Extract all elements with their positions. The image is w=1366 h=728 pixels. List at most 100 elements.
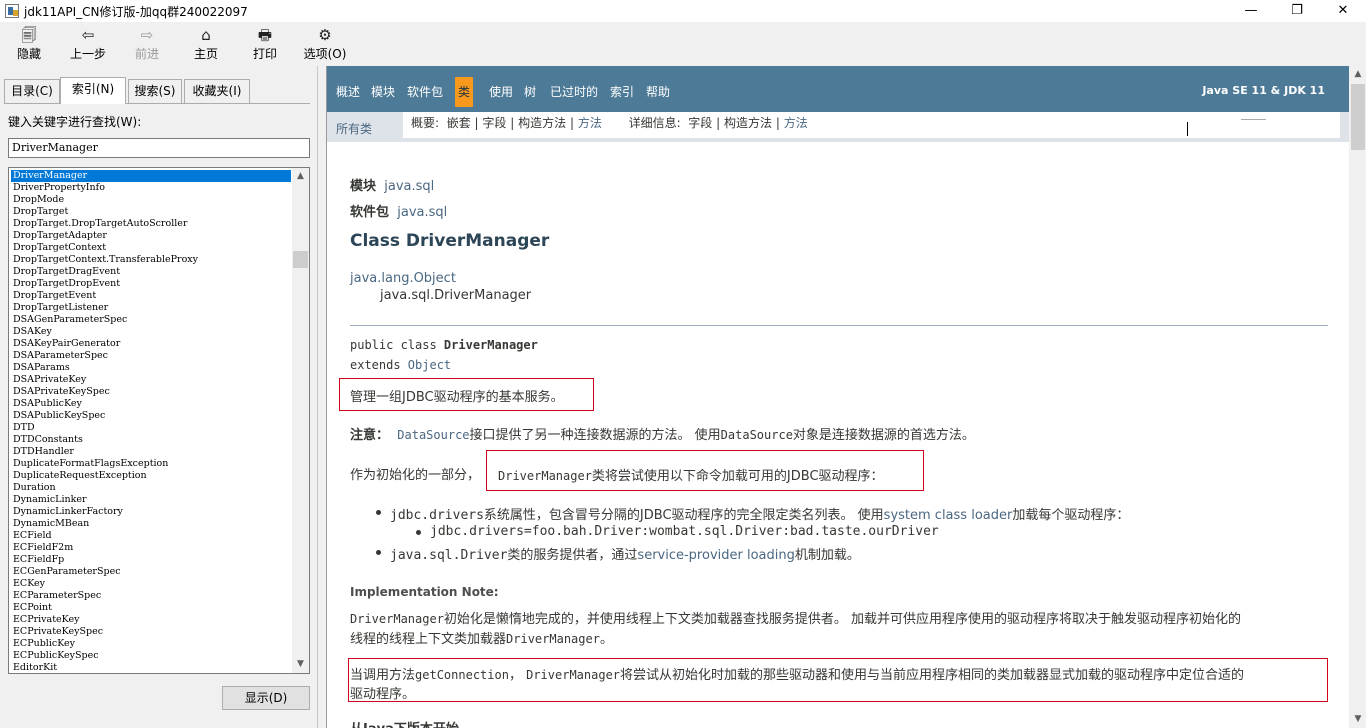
list-item[interactable]: ECPublicKeySpec [11, 650, 291, 662]
list-item[interactable]: DynamicMBean [11, 518, 291, 530]
tab-favorites[interactable]: 收藏夹(I) [184, 79, 250, 103]
options-label: 选项(O) [303, 47, 347, 61]
list-item[interactable]: DropTargetDropEvent [11, 278, 291, 290]
list-item[interactable]: ECFieldF2m [11, 542, 291, 554]
list-item[interactable]: DropTarget [11, 206, 291, 218]
list-item[interactable]: DuplicateRequestException [11, 470, 291, 482]
module-link[interactable]: java.sql [384, 179, 434, 194]
partial-heading: 从Java下版本开始 [350, 718, 459, 728]
list-item[interactable]: ECParameterSpec [11, 590, 291, 602]
nav-use[interactable]: 使用 [489, 77, 513, 107]
package-label: 软件包 [350, 205, 390, 220]
list-item[interactable]: DuplicateFormatFlagsException [11, 458, 291, 470]
all-classes-link[interactable]: 所有类 [336, 120, 372, 137]
detail-method-link[interactable]: 方法 [784, 116, 808, 130]
list-item[interactable]: DSAKey [11, 326, 291, 338]
options-button[interactable]: ⚙ 选项(O) [299, 22, 351, 66]
nav-package[interactable]: 软件包 [407, 77, 443, 107]
service-provider-link[interactable]: service-provider loading [637, 548, 794, 563]
system-class-loader-link[interactable]: system class loader [884, 508, 1013, 523]
datasource-link[interactable]: DataSource [397, 428, 469, 442]
list-item[interactable]: ECKey [11, 578, 291, 590]
conn-code: getConnection [415, 668, 509, 682]
back-button[interactable]: ⇦ 上一步 [63, 22, 113, 66]
home-button[interactable]: ⌂ 主页 [181, 22, 231, 66]
list-item[interactable]: DTDHandler [11, 446, 291, 458]
nav-overview[interactable]: 概述 [336, 77, 360, 107]
list-item[interactable]: ECPrivateKeySpec [11, 626, 291, 638]
list-item[interactable]: DSAGenParameterSpec [11, 314, 291, 326]
display-button[interactable]: 显示(D) [222, 686, 310, 710]
list-item[interactable]: DropTargetAdapter [11, 230, 291, 242]
list-item[interactable]: DSAPublicKey [11, 398, 291, 410]
list-item[interactable]: DropTargetListener [11, 302, 291, 314]
list-item[interactable]: DSAPrivateKey [11, 374, 291, 386]
nav-module[interactable]: 模块 [371, 77, 395, 107]
forward-button[interactable]: ⇨ 前进 [122, 22, 172, 66]
navigation-pane: 目录(C) 索引(N) 搜索(S) 收藏夹(I) 键入关键字进行查找(W): D… [0, 66, 318, 728]
list-item[interactable]: Duration [11, 482, 291, 494]
list-item[interactable]: EditorKit [11, 662, 291, 673]
minimize-button[interactable]: — [1228, 0, 1274, 22]
nav-help[interactable]: 帮助 [646, 77, 670, 107]
list-item[interactable]: DynamicLinkerFactory [11, 506, 291, 518]
package-link[interactable]: java.sql [397, 205, 447, 220]
index-list-scrollbar[interactable]: ▲ ▼ [292, 168, 309, 673]
impl-text-2: 线程的线程上下文类加载器 [350, 632, 507, 647]
list-item[interactable]: DropTargetEvent [11, 290, 291, 302]
list-item[interactable]: DTD [11, 422, 291, 434]
nav-deprecated[interactable]: 已过时的 [550, 77, 598, 107]
list-item[interactable]: DropTargetContext.TransferableProxy [11, 254, 291, 266]
summary-method-link[interactable]: 方法 [578, 116, 602, 130]
list-item[interactable]: ECPrivateKey [11, 614, 291, 626]
list-item[interactable]: DSAPublicKeySpec [11, 410, 291, 422]
scroll-thumb[interactable] [1351, 84, 1365, 150]
tab-index[interactable]: 索引(N) [60, 77, 126, 104]
nav-class[interactable]: 类 [455, 77, 474, 107]
inheritance-child: java.sql.DriverManager [380, 288, 532, 303]
list-item[interactable]: DriverManager [11, 170, 291, 182]
conn-code-2: DriverManager [526, 668, 621, 682]
superclass-link[interactable]: Object [408, 358, 451, 372]
scroll-down-icon[interactable]: ▼ [292, 656, 309, 673]
conn-line-1: 当调用方法getConnection， DriverManager将尝试从初始化… [350, 664, 1244, 683]
scroll-up-icon[interactable]: ▲ [1349, 66, 1366, 83]
list-item[interactable]: DropMode [11, 194, 291, 206]
keyword-input[interactable]: DriverManager [8, 138, 310, 158]
list-item[interactable]: DropTarget.DropTargetAutoScroller [11, 218, 291, 230]
list-item[interactable]: ECPublicKey [11, 638, 291, 650]
list-item[interactable]: DSAPrivateKeySpec [11, 386, 291, 398]
impl-text: 初始化是懒惰地完成的，并使用线程上下文类加载器查找服务提供者。 加载并可供应用程… [443, 612, 1242, 627]
list-item[interactable]: DSAParams [11, 362, 291, 374]
list-item[interactable]: DropTargetContext [11, 242, 291, 254]
tab-search[interactable]: 搜索(S) [128, 79, 182, 103]
hide-button[interactable]: 🗐 隐藏 [4, 22, 54, 66]
close-button[interactable]: ✕ [1320, 0, 1366, 22]
scroll-up-icon[interactable]: ▲ [292, 168, 309, 185]
class-description: 管理一组JDBC驱动程序的基本服务。 [350, 390, 564, 405]
list-item[interactable]: ECGenParameterSpec [11, 566, 291, 578]
init-code: DriverManager [498, 469, 592, 483]
pane-splitter[interactable] [318, 66, 326, 728]
list-item[interactable]: DSAParameterSpec [11, 350, 291, 362]
list-item[interactable]: DTDConstants [11, 434, 291, 446]
tab-contents[interactable]: 目录(C) [4, 79, 60, 103]
class-declaration: public class DriverManager [350, 338, 538, 352]
scroll-thumb[interactable] [293, 251, 308, 268]
list-item[interactable]: DynamicLinker [11, 494, 291, 506]
print-button[interactable]: 🖶 打印 [240, 22, 290, 66]
scroll-down-icon[interactable]: ▼ [1349, 711, 1366, 728]
list-item[interactable]: DriverPropertyInfo [11, 182, 291, 194]
list-item[interactable]: ECField [11, 530, 291, 542]
list-item[interactable]: DropTargetDragEvent [11, 266, 291, 278]
list-item[interactable]: ECPoint [11, 602, 291, 614]
list-item[interactable]: ECFieldFp [11, 554, 291, 566]
index-list[interactable]: DriverManager DriverPropertyInfo DropMode D… [8, 167, 310, 674]
list-item[interactable]: DSAKeyPairGenerator [11, 338, 291, 350]
nav-index[interactable]: 索引 [610, 77, 634, 107]
maximize-button[interactable]: ❐ [1274, 0, 1320, 22]
package-line: 软件包 java.sql [350, 201, 447, 220]
nav-tree[interactable]: 树 [524, 77, 536, 107]
content-scrollbar[interactable]: ▲ ▼ [1349, 66, 1366, 728]
inheritance-parent-link[interactable]: java.lang.Object [350, 271, 456, 286]
